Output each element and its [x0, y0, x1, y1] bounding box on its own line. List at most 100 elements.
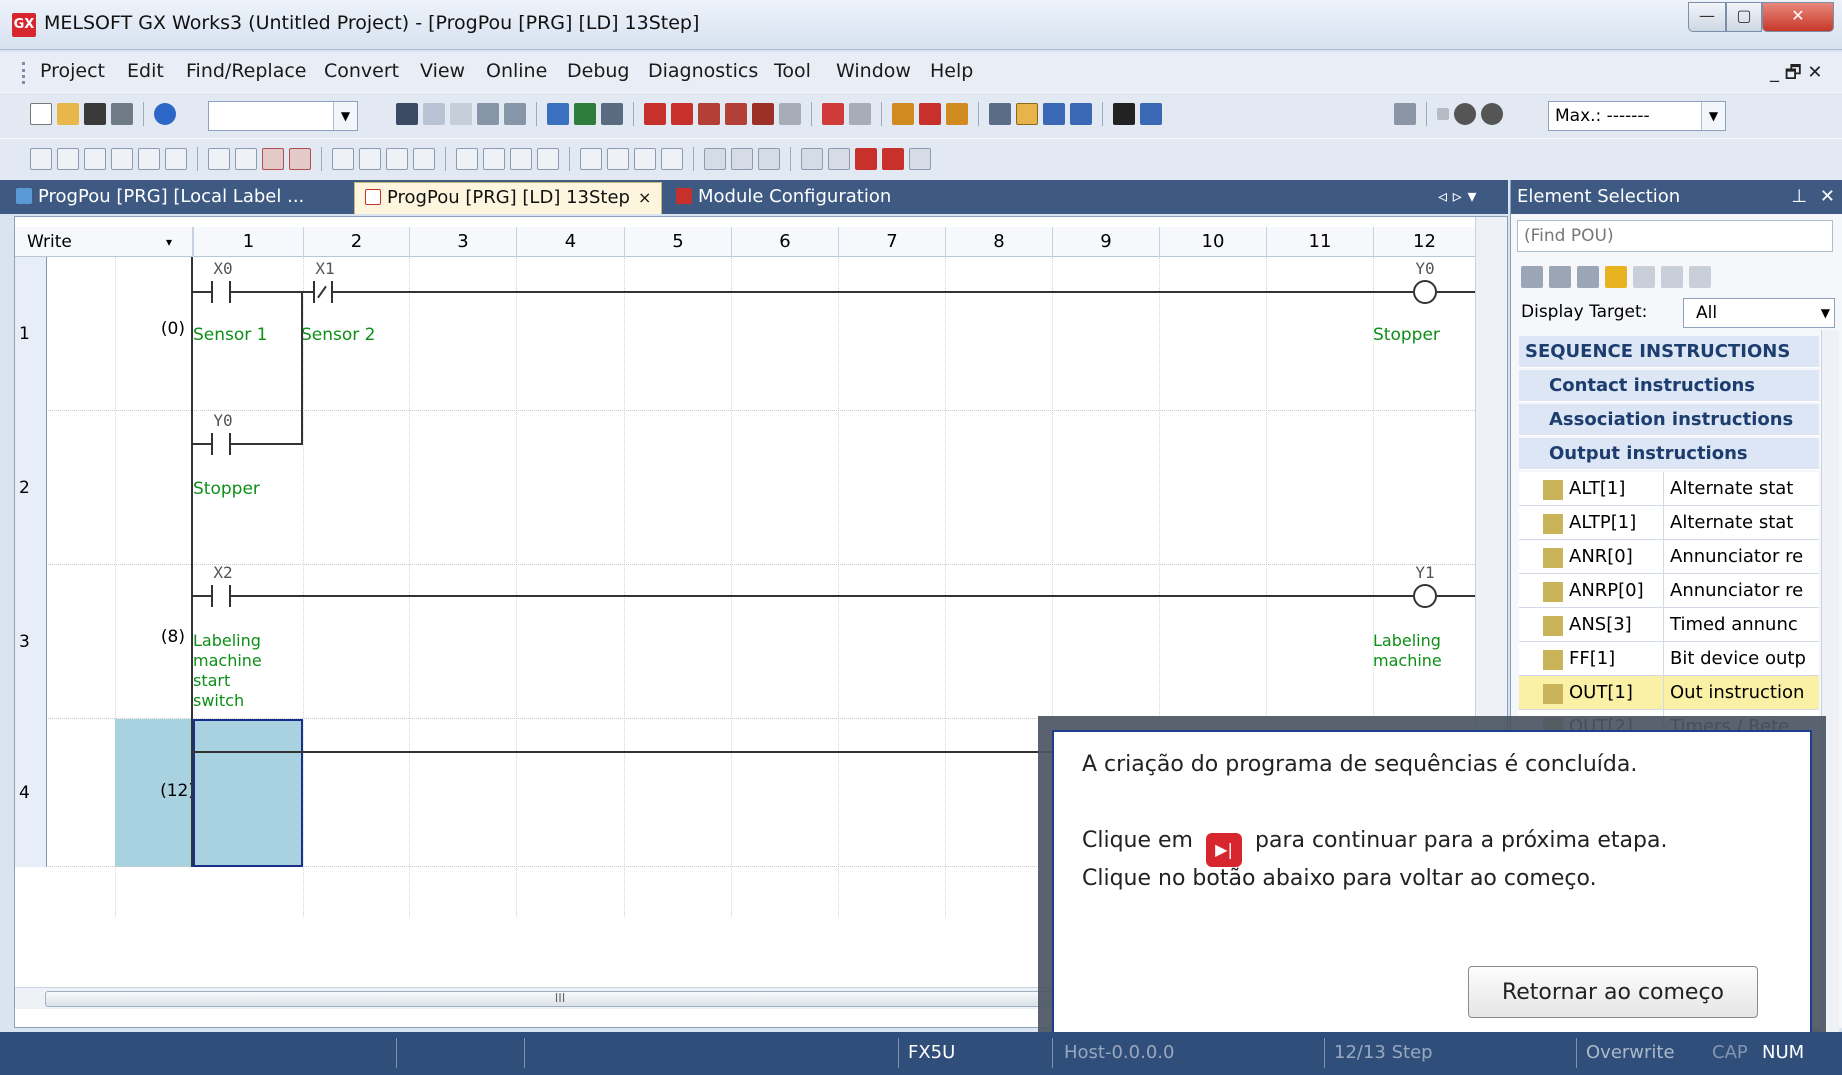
- copy-icon[interactable]: [423, 103, 445, 125]
- tree-icon[interactable]: [989, 103, 1011, 125]
- write-plc-icon[interactable]: [574, 103, 596, 125]
- menu-convert[interactable]: Convert: [324, 60, 399, 82]
- verify-icon[interactable]: [698, 103, 720, 125]
- close-icon[interactable]: ✕: [1820, 180, 1835, 214]
- chevron-down-icon[interactable]: ▼: [1701, 102, 1725, 130]
- instruction-item[interactable]: FF[1] Bit device outp: [1519, 642, 1819, 676]
- delete-line-icon[interactable]: [262, 148, 284, 170]
- pulse-or-icon[interactable]: [510, 148, 532, 170]
- vertical-line-icon[interactable]: [235, 148, 257, 170]
- tab-nav-icon[interactable]: ◃ ▹ ▾: [1428, 182, 1487, 214]
- read-plc-icon[interactable]: [601, 103, 623, 125]
- device-batch-icon[interactable]: [892, 103, 914, 125]
- close-icon[interactable]: ×: [638, 188, 651, 207]
- device-test-icon[interactable]: [919, 103, 941, 125]
- toolbar-combo[interactable]: ▼: [208, 101, 358, 131]
- minimize-button[interactable]: —: [1688, 2, 1726, 32]
- menu-edit[interactable]: Edit: [127, 60, 164, 82]
- instruction-item[interactable]: ANRP[0] Annunciator re: [1519, 574, 1819, 608]
- statement-icon[interactable]: [731, 148, 753, 170]
- scroll-thumb[interactable]: III: [45, 991, 1075, 1007]
- chevron-down-icon[interactable]: ▼: [333, 102, 357, 130]
- chevron-down-icon[interactable]: ▾: [166, 227, 172, 257]
- invert-icon[interactable]: [607, 148, 629, 170]
- menu-diagnostics[interactable]: Diagnostics: [648, 60, 758, 82]
- help-icon[interactable]: [154, 103, 176, 125]
- connection-icon[interactable]: [1394, 103, 1416, 125]
- chevron-down-icon[interactable]: ▼: [1821, 299, 1830, 327]
- find-window-icon[interactable]: [1140, 103, 1162, 125]
- stop-icon[interactable]: [1437, 108, 1449, 120]
- delete-vertical-icon[interactable]: [289, 148, 311, 170]
- find-icon[interactable]: [1521, 266, 1543, 288]
- online-read-icon[interactable]: [671, 103, 693, 125]
- instruction-item-selected[interactable]: OUT[1] Out instruction: [1519, 676, 1819, 710]
- menu-find-replace[interactable]: Find/Replace: [186, 60, 307, 82]
- open-folder-icon[interactable]: [57, 103, 79, 125]
- simulation-stop-icon[interactable]: [849, 103, 871, 125]
- cursor-cell[interactable]: [193, 719, 303, 867]
- display-target-combo[interactable]: All ▼: [1683, 298, 1835, 328]
- print-icon[interactable]: [111, 103, 133, 125]
- delete-icon[interactable]: [1661, 266, 1683, 288]
- instruction-item[interactable]: ANS[3] Timed annunc: [1519, 608, 1819, 642]
- comment-icon[interactable]: [704, 148, 726, 170]
- check-icon[interactable]: [1454, 103, 1476, 125]
- display-option-icon[interactable]: [1689, 266, 1711, 288]
- panel-icon[interactable]: [1070, 103, 1092, 125]
- simulation-start-icon[interactable]: [822, 103, 844, 125]
- menu-debug[interactable]: Debug: [567, 60, 629, 82]
- dev-icon[interactable]: [547, 103, 569, 125]
- coil-icon[interactable]: [138, 148, 160, 170]
- folder-icon[interactable]: [1633, 266, 1655, 288]
- horizontal-scrollbar[interactable]: III: [15, 987, 1075, 1009]
- horizontal-line-icon[interactable]: [208, 148, 230, 170]
- tab-module-configuration[interactable]: Module Configuration: [666, 182, 901, 214]
- restart-button[interactable]: Retornar ao começo: [1468, 966, 1758, 1018]
- find-next-icon[interactable]: [1549, 266, 1571, 288]
- category-sequence[interactable]: SEQUENCE INSTRUCTIONS: [1519, 336, 1819, 368]
- toolbar-grip[interactable]: [22, 62, 25, 84]
- falling-pulse-icon[interactable]: [359, 148, 381, 170]
- undo-icon[interactable]: [477, 103, 499, 125]
- open-branch-icon[interactable]: [57, 148, 79, 170]
- pin-icon[interactable]: ⊥: [1791, 180, 1807, 214]
- mdi-controls[interactable]: _ 🗗 ✕: [1770, 60, 1822, 90]
- mode-combo[interactable]: Write ▾: [15, 227, 193, 257]
- close-branch-icon[interactable]: [111, 148, 133, 170]
- find-pou-input[interactable]: (Find POU): [1517, 220, 1833, 252]
- menu-online[interactable]: Online: [486, 60, 547, 82]
- window-icon[interactable]: [1043, 103, 1065, 125]
- label-comment-icon[interactable]: [882, 148, 904, 170]
- application-instruction-icon[interactable]: [165, 148, 187, 170]
- inline-st-icon[interactable]: [661, 148, 683, 170]
- paste-icon[interactable]: [450, 103, 472, 125]
- max-step-combo[interactable]: Max.: ------- ▼: [1548, 101, 1726, 131]
- new-file-icon[interactable]: [30, 103, 52, 125]
- category-contact[interactable]: Contact instructions: [1519, 370, 1819, 402]
- check-all-icon[interactable]: [1481, 103, 1503, 125]
- menu-view[interactable]: View: [420, 60, 465, 82]
- fb-icon[interactable]: [634, 148, 656, 170]
- monitor-stop-icon[interactable]: [752, 103, 774, 125]
- monitor-icon[interactable]: [725, 103, 747, 125]
- falling-branch-icon[interactable]: [413, 148, 435, 170]
- operation-result-icon[interactable]: [580, 148, 602, 170]
- pulse-close-icon[interactable]: [483, 148, 505, 170]
- display-icon[interactable]: [909, 148, 931, 170]
- menu-help[interactable]: Help: [930, 60, 973, 82]
- maximize-button[interactable]: ▢: [1726, 2, 1762, 32]
- note-icon[interactable]: [758, 148, 780, 170]
- redo-icon[interactable]: [504, 103, 526, 125]
- instruction-item[interactable]: ANR[0] Annunciator re: [1519, 540, 1819, 574]
- save-icon[interactable]: [84, 103, 106, 125]
- watch-icon[interactable]: [946, 103, 968, 125]
- instruction-item[interactable]: ALT[1] Alternate stat: [1519, 472, 1819, 506]
- instruction-item[interactable]: ALTP[1] Alternate stat: [1519, 506, 1819, 540]
- cut-icon[interactable]: [396, 103, 418, 125]
- category-association[interactable]: Association instructions: [1519, 404, 1819, 436]
- menu-window[interactable]: Window: [836, 60, 911, 82]
- close-contact-icon[interactable]: [84, 148, 106, 170]
- star-icon[interactable]: [1605, 266, 1627, 288]
- panel-scrollbar[interactable]: [1821, 330, 1839, 1075]
